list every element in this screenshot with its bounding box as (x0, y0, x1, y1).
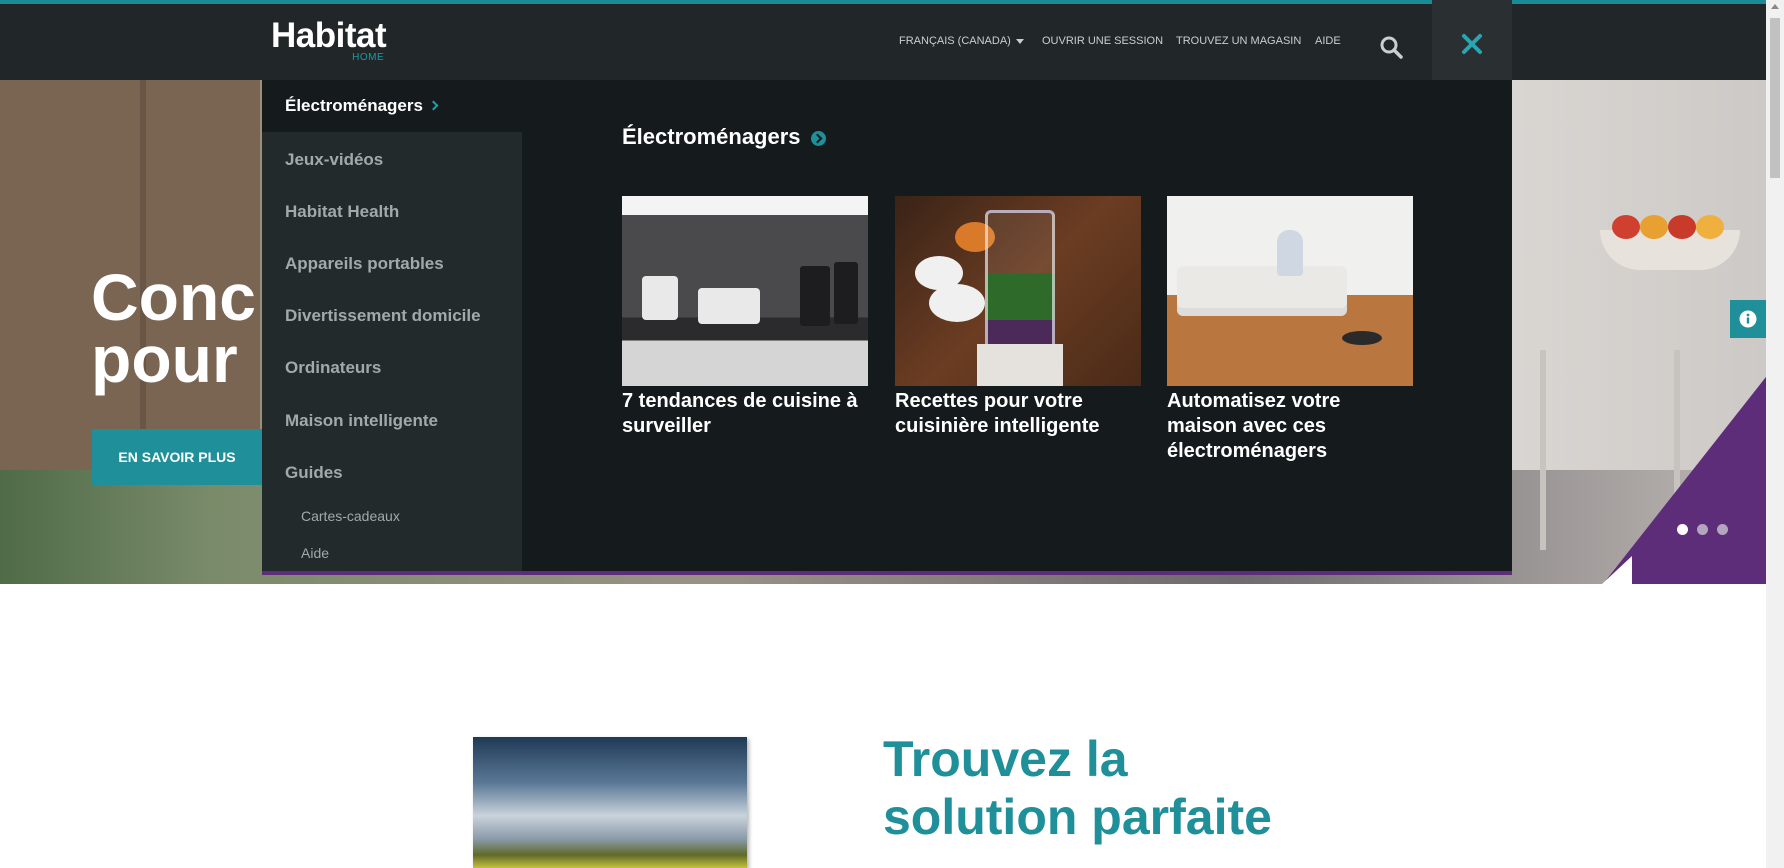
language-selector[interactable]: FRANÇAIS (CANADA) (899, 35, 1024, 47)
learn-more-button[interactable]: EN SAVOIR PLUS (92, 429, 262, 485)
caret-down-icon (1015, 38, 1024, 44)
logo-sub: HOME (352, 52, 385, 63)
chevron-right-icon (428, 100, 439, 111)
hero-title-line-2: pour (91, 322, 238, 396)
category-sidebar: Électroménagers Jeux-vidéos Habitat Heal… (262, 80, 522, 571)
find-store-link[interactable]: TROUVEZ UN MAGASIN (1176, 35, 1301, 47)
carousel-dot-1[interactable] (1677, 524, 1688, 535)
hero-background-fruit (1696, 215, 1724, 239)
sidebar-item-appareils-portables[interactable]: Appareils portables (285, 254, 444, 274)
coffee-maker-shape (800, 266, 830, 326)
logo-brand: Habitat (271, 16, 387, 55)
card-image-kitchen (622, 196, 868, 386)
blender-base-shape (977, 344, 1063, 386)
sidebar-item-ordinateurs[interactable]: Ordinateurs (285, 358, 381, 378)
hero-title: Conc pour (91, 260, 256, 396)
card-caption: 7 tendances de cuisine à surveiller (622, 390, 858, 437)
section-title-line-2: solution parfaite (883, 789, 1272, 845)
language-label: FRANÇAIS (CANADA) (899, 35, 1011, 47)
sidebar-item-habitat-health[interactable]: Habitat Health (285, 202, 399, 222)
panel-title-label: Électroménagers (622, 124, 801, 149)
search-icon[interactable] (1379, 35, 1403, 59)
kettle-shape (642, 276, 678, 320)
section-title-line-1: Trouvez la (883, 731, 1128, 787)
mega-menu: Électroménagers Jeux-vidéos Habitat Heal… (262, 80, 1512, 575)
scrollbar-thumb[interactable] (1770, 18, 1780, 178)
carousel-dot-2[interactable] (1697, 524, 1708, 535)
purple-accent-shape (1603, 368, 1766, 584)
panel-title[interactable]: Électroménagers (622, 124, 826, 150)
sidebar-item-jeux-videos[interactable]: Jeux-vidéos (285, 150, 383, 170)
page: Conc pour EN SAVOIR PLUS Habitat HOME FR… (0, 0, 1784, 868)
section-title: Trouvez la solution parfaite (883, 730, 1272, 846)
card-image-blender (895, 196, 1141, 386)
sidebar-item-guides[interactable]: Guides (285, 463, 343, 483)
sofa-shape (1177, 266, 1347, 308)
robot-vacuum-shape (1342, 331, 1382, 345)
help-link[interactable]: AIDE (1315, 35, 1341, 47)
sidebar-link-aide[interactable]: Aide (301, 545, 329, 561)
card-image-living-room (1167, 196, 1413, 386)
info-tab[interactable] (1730, 300, 1766, 338)
page-scrollbar[interactable] (1766, 0, 1784, 868)
carousel-dot-3[interactable] (1717, 524, 1728, 535)
blender-jar-shape (985, 210, 1055, 350)
hero-title-line-1: Conc (91, 260, 256, 334)
sidebar-item-label: Électroménagers (285, 96, 423, 115)
sidebar-item-electromenagers[interactable]: Électroménagers (262, 80, 522, 132)
scroll-up-icon[interactable] (1771, 4, 1779, 9)
person-shape (1277, 230, 1303, 276)
hero-background-fruit (1640, 215, 1668, 239)
article-card[interactable]: 7 tendances de cuisine à surveiller (622, 196, 868, 439)
card-caption: Recettes pour votre cuisinière intellige… (895, 390, 1100, 437)
sidebar-item-divertissement-domicile[interactable]: Divertissement domicile (285, 306, 481, 326)
article-card[interactable]: Automatisez votre maison avec ces électr… (1167, 196, 1413, 464)
toaster-shape (698, 288, 760, 324)
grinder-shape (834, 262, 858, 324)
card-caption: Automatisez votre maison avec ces électr… (1167, 390, 1341, 462)
site-header: Habitat HOME FRANÇAIS (CANADA) OUVRIR UN… (0, 0, 1766, 80)
sidebar-item-maison-intelligente[interactable]: Maison intelligente (285, 411, 438, 431)
arrow-circle-icon (810, 130, 826, 146)
white-corner-shape (1602, 556, 1632, 584)
login-link[interactable]: OUVRIR UNE SESSION (1042, 35, 1163, 47)
carousel-dots (1677, 522, 1737, 540)
close-icon[interactable] (1460, 32, 1484, 56)
article-card[interactable]: Recettes pour votre cuisinière intellige… (895, 196, 1141, 439)
info-icon (1739, 310, 1757, 328)
habitat-logo[interactable]: Habitat HOME (271, 16, 387, 64)
sidebar-link-cartes-cadeaux[interactable]: Cartes-cadeaux (301, 508, 400, 524)
tv-landscape-image (473, 737, 747, 868)
hero-background-fruit (1668, 215, 1696, 239)
hero-background-fruit (1612, 215, 1640, 239)
blueberry-bowl-shape (929, 284, 985, 322)
